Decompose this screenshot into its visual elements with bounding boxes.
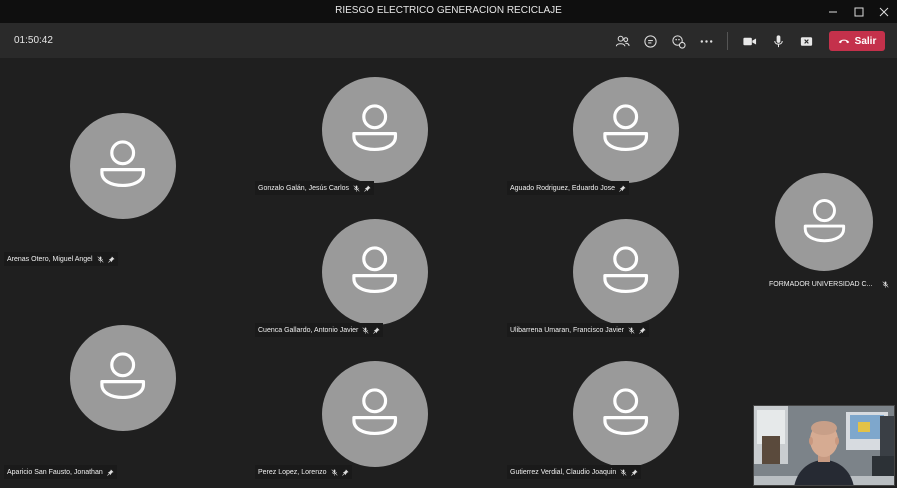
avatar	[775, 173, 873, 271]
people-icon	[615, 35, 630, 46]
reactions-icon	[671, 34, 686, 49]
participant-name: Cuenca Gallardo, Antonio Javier	[258, 326, 359, 334]
minimize-icon	[829, 11, 837, 12]
person-icon	[603, 104, 649, 152]
avatar	[70, 325, 176, 431]
close-button[interactable]	[871, 0, 897, 23]
share-icon	[800, 36, 812, 46]
meeting-toolbar: 01:50:42 Salir	[0, 23, 897, 58]
reactions-button[interactable]	[667, 30, 689, 52]
person-icon	[352, 388, 398, 436]
chat-button[interactable]	[639, 30, 661, 52]
self-video-preview[interactable]	[753, 405, 895, 486]
self-video-image	[754, 406, 894, 485]
participant-name: Gonzalo Galán, Jesús Carlos	[258, 184, 350, 192]
avatar	[573, 219, 679, 325]
participant-name: Aparicio San Fausto, Jonathan	[7, 468, 103, 476]
pin-icon	[373, 326, 380, 334]
participant-name: FORMADOR UNIVERSIDAD C...	[769, 280, 873, 288]
mic-muted-icon	[353, 184, 360, 192]
participant-nametag: Cuenca Gallardo, Antonio Javier	[255, 323, 384, 337]
maximize-button[interactable]	[846, 0, 872, 23]
person-icon	[603, 246, 649, 294]
person-icon	[352, 104, 398, 152]
mic-muted-icon	[882, 280, 889, 288]
leave-label: Salir	[854, 35, 877, 47]
phone-icon	[838, 39, 849, 44]
mic-muted-icon	[330, 468, 338, 476]
toolbar-divider	[727, 32, 728, 50]
more-options-button[interactable]	[695, 30, 717, 52]
mic-muted-icon	[628, 326, 635, 334]
person-icon	[100, 352, 146, 400]
mic-muted-icon	[97, 255, 104, 263]
window-titlebar: RIESGO ELECTRICO GENERACION RECICLAJE	[0, 0, 897, 23]
participant-name: Perez Lopez, Lorenzo	[258, 468, 327, 476]
minimize-button[interactable]	[820, 0, 846, 23]
participant-name: Arenas Otero, Miguel Angel	[7, 255, 93, 263]
mic-muted-icon	[620, 468, 627, 476]
leave-button[interactable]: Salir	[829, 31, 885, 51]
pin-icon	[106, 468, 114, 476]
avatar	[573, 361, 679, 467]
participant-name: Ulibarrena Umaran, Francisco Javier	[510, 326, 624, 334]
mic-muted-icon	[362, 326, 369, 334]
maximize-icon	[854, 7, 864, 16]
participant-nametag: Aparicio San Fausto, Jonathan	[4, 465, 117, 479]
pin-icon	[639, 326, 646, 334]
more-icon	[700, 39, 712, 43]
participant-nametag: Gonzalo Galán, Jesús Carlos	[255, 181, 375, 195]
participant-nametag: Ulibarrena Umaran, Francisco Javier	[507, 323, 649, 337]
participant-nametag: Aguado Rodriguez, Eduardo Jose	[507, 181, 630, 195]
participant-nametag: FORMADOR UNIVERSIDAD C...	[766, 277, 892, 291]
close-icon	[879, 7, 889, 16]
mic-button[interactable]	[767, 30, 789, 52]
share-screen-button[interactable]	[795, 30, 817, 52]
pin-icon	[619, 184, 626, 192]
pin-icon	[364, 184, 371, 192]
participant-nametag: Arenas Otero, Miguel Angel	[4, 252, 118, 266]
avatar	[573, 77, 679, 183]
person-icon	[100, 140, 146, 188]
avatar	[70, 113, 176, 219]
meeting-timer: 01:50:42	[14, 35, 53, 46]
participants-button[interactable]	[611, 30, 633, 52]
pin-icon	[631, 468, 638, 476]
person-icon	[603, 388, 649, 436]
pin-icon	[341, 468, 349, 476]
person-icon	[352, 246, 398, 294]
participant-nametag: Perez Lopez, Lorenzo	[255, 465, 352, 479]
camera-icon	[742, 37, 756, 45]
avatar	[322, 361, 428, 467]
participant-nametag: Gutierrez Verdial, Claudio Joaquin	[507, 465, 642, 479]
avatar	[322, 77, 428, 183]
window-title: RIESGO ELECTRICO GENERACION RECICLAJE	[335, 5, 562, 16]
pin-icon	[107, 255, 115, 263]
participant-name: Aguado Rodriguez, Eduardo Jose	[510, 184, 616, 192]
mic-icon	[773, 34, 783, 47]
participant-name: Gutierrez Verdial, Claudio Joaquin	[510, 468, 617, 476]
camera-button[interactable]	[738, 30, 760, 52]
person-icon	[803, 198, 845, 242]
chat-icon	[643, 34, 657, 48]
avatar	[322, 219, 428, 325]
